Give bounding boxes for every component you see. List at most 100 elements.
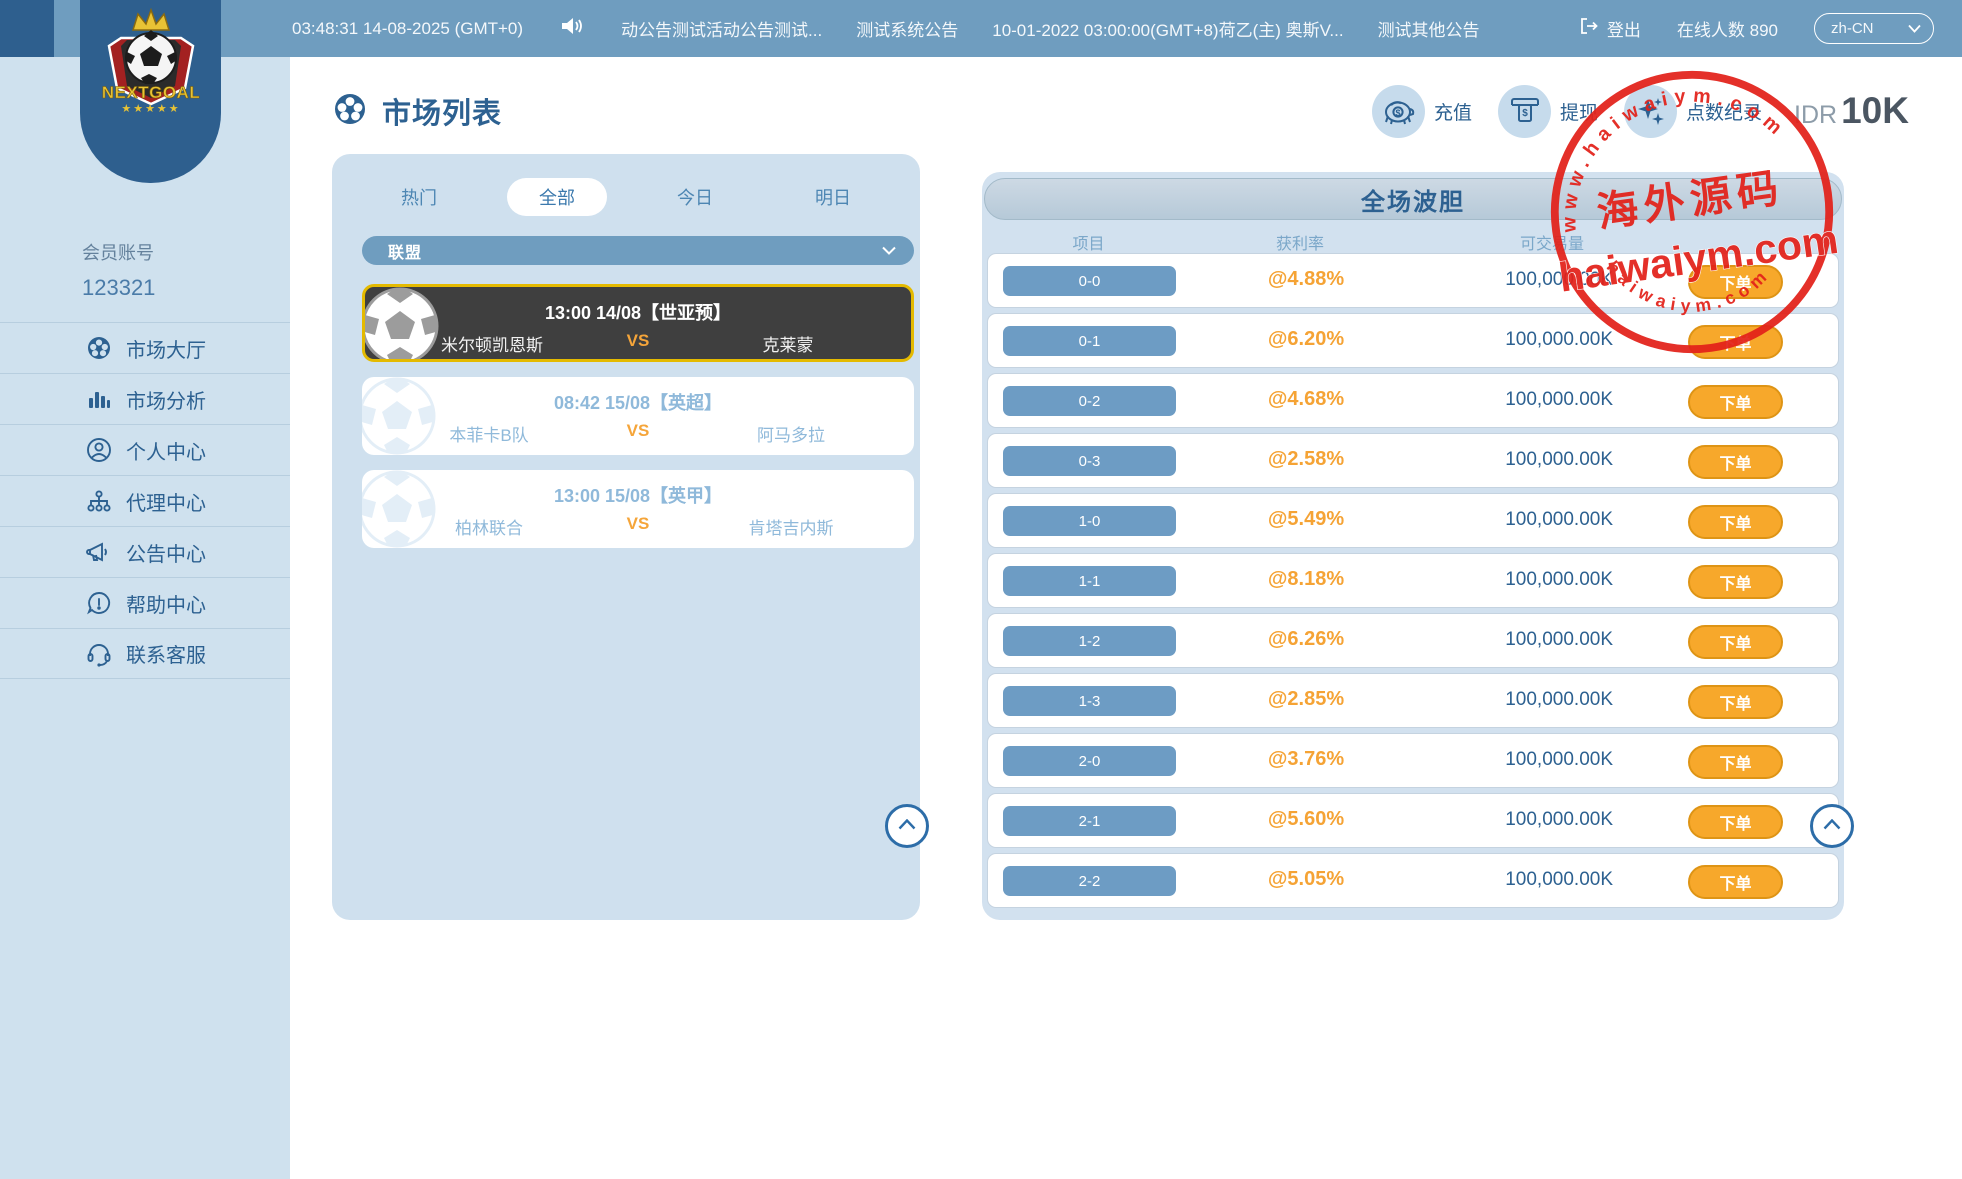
svg-text:$: $ — [1522, 108, 1528, 119]
order-button[interactable]: 下单 — [1688, 625, 1783, 659]
column-headers: 项目 获利率 可交易量 — [982, 230, 1844, 252]
score-label: 0-0 — [1079, 273, 1101, 290]
order-button[interactable]: 下单 — [1688, 565, 1783, 599]
order-button[interactable]: 下单 — [1688, 865, 1783, 899]
away-team: 阿马多拉 — [686, 421, 896, 446]
match-time: 13:00 14/08 — [545, 303, 641, 323]
megaphone-icon — [86, 539, 112, 565]
balance-value: 10K — [1841, 90, 1909, 132]
profit-rate: @2.58% — [1226, 448, 1386, 471]
points-record-label: 点数纪录 — [1686, 98, 1762, 125]
order-button[interactable]: 下单 — [1688, 325, 1783, 359]
odds-row: 0-3 @2.58% 100,000.00K 下单 — [987, 433, 1839, 488]
score-pill[interactable]: 0-2 — [1003, 386, 1176, 416]
language-select[interactable]: zh-CN — [1814, 13, 1934, 44]
logout-button[interactable]: 登出 — [1579, 16, 1641, 41]
panel-title-bar[interactable]: 全场波胆 — [984, 178, 1842, 220]
market-list-panel: 热门全部今日明日 联盟 13:00 14/08【世亚预】 米尔顿凯 — [332, 154, 920, 920]
collapse-odds-button[interactable] — [1810, 804, 1854, 848]
chevron-up-icon — [1823, 817, 1841, 835]
points-record-button[interactable]: 点数纪录 — [1624, 85, 1762, 138]
sidebar-item-1[interactable]: 市场大厅 — [0, 322, 290, 373]
score-pill[interactable]: 0-0 — [1003, 266, 1176, 296]
sidebar: 会员账号 123321 市场大厅 市场分析 个人中心 代理中心 公告中心 帮助中… — [0, 57, 290, 1179]
member-account-label: 会员账号 — [82, 239, 155, 265]
collapse-list-button[interactable] — [885, 804, 929, 848]
odds-row: 2-1 @5.60% 100,000.00K 下单 — [987, 793, 1839, 848]
match-card[interactable]: 13:00 15/08【英甲】 柏林联合 VS 肯塔吉内斯 — [362, 470, 914, 548]
page-header: 市场列表 — [332, 88, 502, 134]
order-button[interactable]: 下单 — [1688, 685, 1783, 719]
profit-rate: @5.49% — [1226, 508, 1386, 531]
sidebar-item-6[interactable]: 帮助中心 — [0, 577, 290, 628]
league-filter-dropdown[interactable]: 联盟 — [362, 236, 914, 265]
away-team: 克莱蒙 — [683, 331, 893, 356]
tradable-amount: 100,000.00K — [1448, 389, 1613, 411]
deposit-label: 充值 — [1434, 98, 1472, 125]
datetime-text: 03:48:31 14-08-2025 (GMT+0) — [292, 19, 523, 39]
sidebar-menu-label: 公告中心 — [126, 538, 206, 567]
help-icon — [86, 590, 112, 616]
headset-icon — [86, 641, 112, 667]
tab-3[interactable]: 今日 — [626, 178, 764, 216]
odds-row: 1-2 @6.26% 100,000.00K 下单 — [987, 613, 1839, 668]
tradable-amount: 100,000.00K — [1448, 449, 1613, 471]
tradable-amount: 100,000.00K — [1448, 749, 1613, 771]
announcement-item: 动公告测试活动公告测试... — [621, 16, 822, 41]
speaker-icon — [561, 16, 583, 41]
chevron-up-icon — [898, 817, 916, 835]
order-button[interactable]: 下单 — [1688, 265, 1783, 299]
announcement-item: 测试其他公告 — [1378, 16, 1480, 41]
sidebar-item-3[interactable]: 个人中心 — [0, 424, 290, 475]
order-button[interactable]: 下单 — [1688, 505, 1783, 539]
language-value: zh-CN — [1831, 20, 1874, 37]
score-pill[interactable]: 1-1 — [1003, 566, 1176, 596]
tab-2[interactable]: 全部 — [507, 178, 607, 216]
sidebar-item-5[interactable]: 公告中心 — [0, 526, 290, 577]
points-icon — [1624, 85, 1677, 138]
score-pill[interactable]: 1-0 — [1003, 506, 1176, 536]
tradable-amount: 100,000.00K — [1448, 269, 1613, 291]
score-pill[interactable]: 0-1 — [1003, 326, 1176, 356]
order-button[interactable]: 下单 — [1688, 805, 1783, 839]
score-label: 1-3 — [1079, 693, 1101, 710]
withdraw-button[interactable]: $ 提现 — [1498, 85, 1598, 138]
odds-row: 1-0 @5.49% 100,000.00K 下单 — [987, 493, 1839, 548]
odds-row: 0-2 @4.68% 100,000.00K 下单 — [987, 373, 1839, 428]
sidebar-menu-label: 市场大厅 — [126, 334, 206, 363]
score-pill[interactable]: 0-3 — [1003, 446, 1176, 476]
header-actions: $ 充值 $ 提现 点数纪录 IDR 10K — [1372, 82, 1909, 140]
score-pill[interactable]: 1-2 — [1003, 626, 1176, 656]
score-label: 1-1 — [1079, 573, 1101, 590]
announcement-item: 测试系统公告 — [856, 16, 958, 41]
score-pill[interactable]: 1-3 — [1003, 686, 1176, 716]
order-button[interactable]: 下单 — [1688, 385, 1783, 419]
deposit-button[interactable]: $ 充值 — [1372, 85, 1472, 138]
profit-rate: @2.85% — [1226, 688, 1386, 711]
sidebar-item-7[interactable]: 联系客服 — [0, 628, 290, 679]
tab-1[interactable]: 热门 — [350, 178, 488, 216]
sidebar-item-4[interactable]: 代理中心 — [0, 475, 290, 526]
balance-currency: IDR — [1794, 101, 1837, 130]
profit-rate: @4.88% — [1226, 268, 1386, 291]
profit-rate: @5.60% — [1226, 808, 1386, 831]
sidebar-menu-label: 联系客服 — [126, 639, 206, 668]
score-pill[interactable]: 2-0 — [1003, 746, 1176, 776]
odds-row: 0-1 @6.20% 100,000.00K 下单 — [987, 313, 1839, 368]
odds-row: 2-0 @3.76% 100,000.00K 下单 — [987, 733, 1839, 788]
order-button[interactable]: 下单 — [1688, 745, 1783, 779]
withdraw-label: 提现 — [1560, 98, 1598, 125]
match-card[interactable]: 08:42 15/08【英超】 本菲卡B队 VS 阿马多拉 — [362, 377, 914, 455]
score-label: 1-2 — [1079, 633, 1101, 650]
sidebar-item-2[interactable]: 市场分析 — [0, 373, 290, 424]
tradable-amount: 100,000.00K — [1448, 869, 1613, 891]
odds-row: 0-0 @4.88% 100,000.00K 下单 — [987, 253, 1839, 308]
market-tabs: 热门全部今日明日 — [350, 178, 902, 216]
match-card[interactable]: 13:00 14/08【世亚预】 米尔顿凯恩斯 VS 克莱蒙 — [362, 284, 914, 362]
score-pill[interactable]: 2-1 — [1003, 806, 1176, 836]
score-pill[interactable]: 2-2 — [1003, 866, 1176, 896]
score-label: 1-0 — [1079, 513, 1101, 530]
order-button[interactable]: 下单 — [1688, 445, 1783, 479]
brand-badge: NEXTGOAL ★★★★★ — [80, 0, 221, 183]
tab-4[interactable]: 明日 — [764, 178, 902, 216]
